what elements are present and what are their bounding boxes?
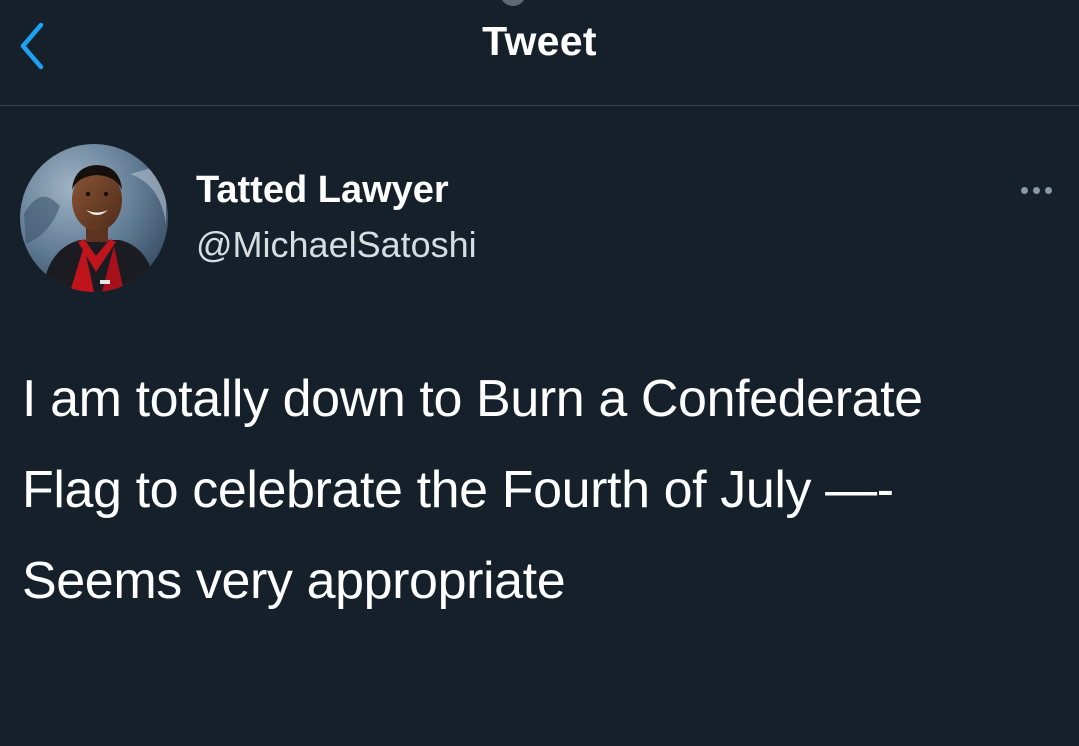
tweet-text: I am totally down to Burn a Confederate … — [22, 370, 923, 610]
more-options-button[interactable] — [1008, 174, 1064, 206]
more-options-icon — [1032, 186, 1040, 194]
author-handle[interactable]: @MichaelSatoshi — [196, 224, 477, 266]
status-indicator — [500, 0, 526, 6]
top-navigation-bar: Tweet — [0, 0, 1079, 106]
author-display-name[interactable]: Tatted Lawyer — [196, 169, 449, 212]
page-title: Tweet — [482, 18, 597, 64]
more-options-icon — [1020, 186, 1028, 194]
more-options-icon — [1044, 186, 1052, 194]
avatar[interactable] — [20, 144, 168, 292]
tweet-detail: Tatted Lawyer @MichaelSatoshi I am total… — [0, 106, 1079, 746]
avatar-image — [20, 144, 168, 292]
